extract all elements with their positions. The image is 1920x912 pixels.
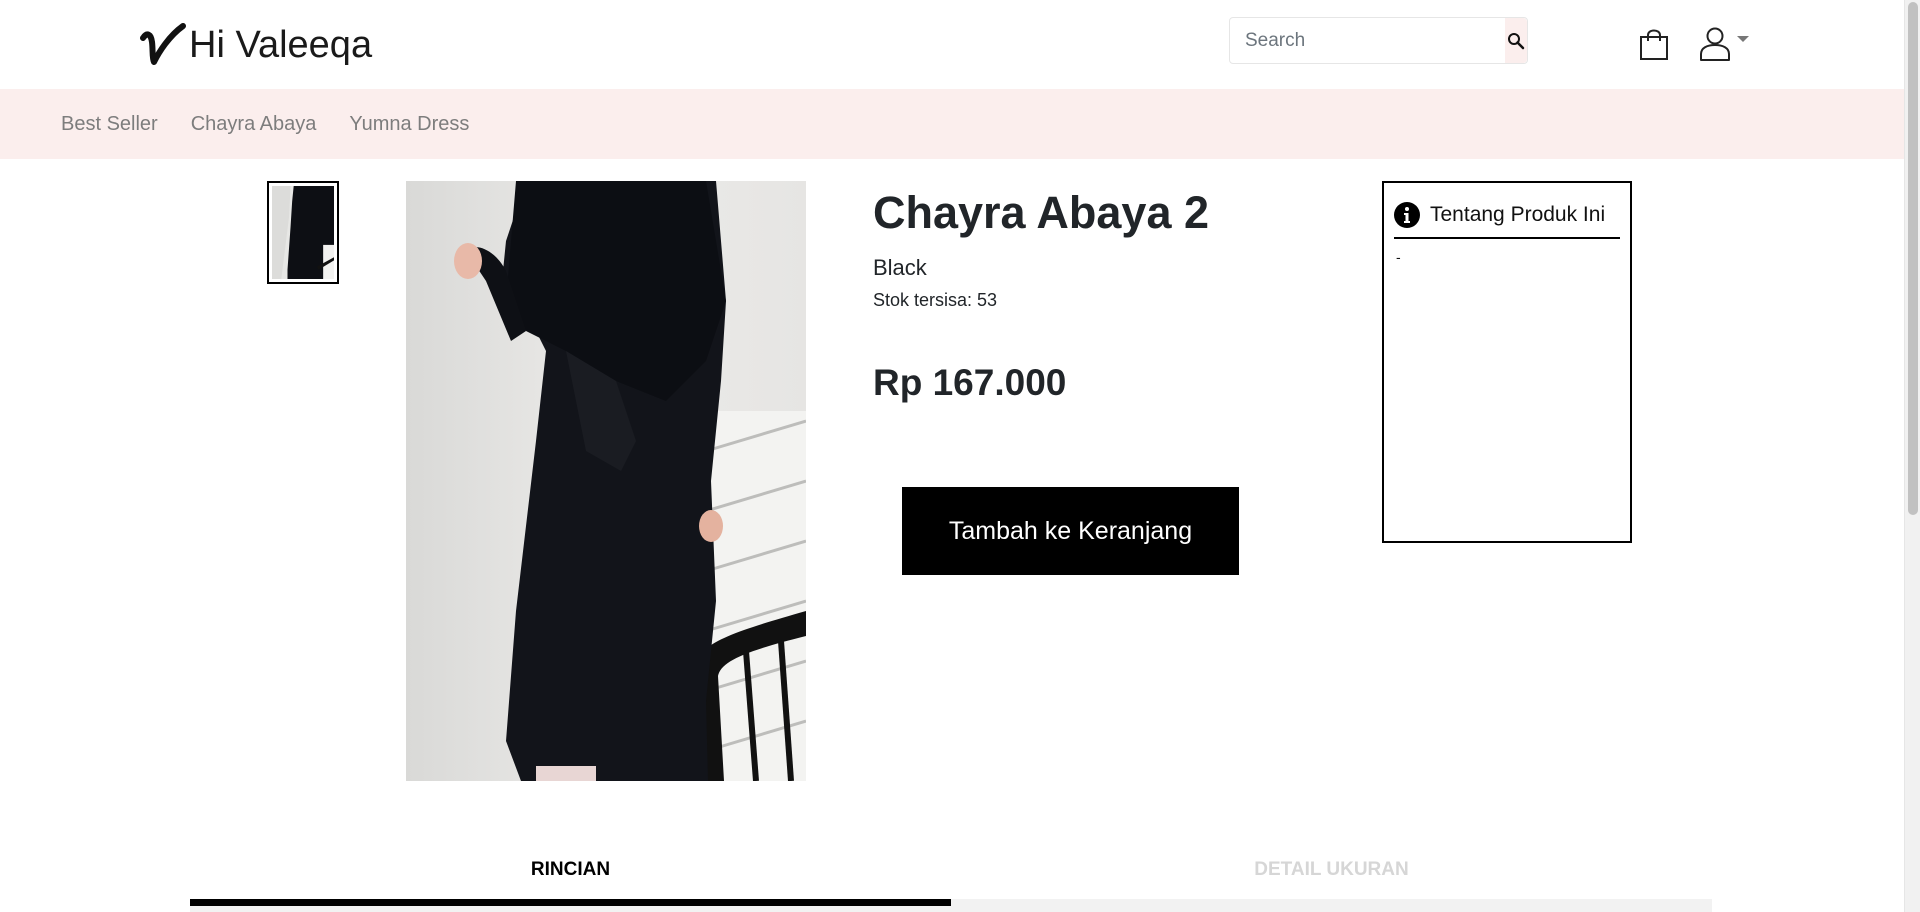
brand-logo[interactable]: Hi Valeeqa	[139, 22, 372, 68]
category-best-seller[interactable]: Best Seller	[61, 113, 158, 136]
add-to-cart-button[interactable]: Tambah ke Keranjang	[902, 487, 1239, 575]
product-tabs: RINCIAN DETAIL UKURAN	[190, 850, 1712, 912]
product-variant: Black	[873, 255, 927, 280]
product-title: Chayra Abaya 2	[873, 187, 1210, 238]
category-yumna-dress[interactable]: Yumna Dress	[349, 113, 469, 136]
thumbnail-image	[272, 186, 334, 279]
about-product-header: Tentang Produk Ini	[1394, 193, 1620, 239]
product-main-image	[406, 181, 806, 781]
about-product-body: -	[1396, 249, 1401, 265]
top-header: Hi Valeeqa	[0, 0, 1904, 89]
category-chayra-abaya[interactable]: Chayra Abaya	[191, 113, 317, 136]
tab-indicator-active	[190, 899, 951, 906]
search-box	[1229, 17, 1528, 64]
caret-down-icon[interactable]	[1737, 36, 1749, 42]
valeeqa-logo-icon	[140, 23, 186, 65]
product-price: Rp 167.000	[873, 362, 1067, 403]
category-nav: Best Seller Chayra Abaya Yumna Dress	[0, 89, 1904, 159]
info-icon	[1394, 202, 1420, 228]
user-icon[interactable]	[1698, 26, 1732, 62]
about-product-title: Tentang Produk Ini	[1430, 203, 1606, 226]
brand-name: Hi Valeeqa	[189, 24, 373, 66]
about-product-panel: Tentang Produk Ini -	[1382, 181, 1632, 543]
product-stock: Stok tersisa: 53	[873, 290, 998, 310]
search-button[interactable]	[1505, 18, 1527, 63]
page-scrollbar[interactable]	[1904, 0, 1920, 912]
search-icon	[1508, 32, 1525, 49]
scrollbar-thumb[interactable]	[1908, 2, 1918, 515]
product-thumbnail[interactable]	[267, 181, 339, 284]
shopping-bag-icon[interactable]	[1638, 27, 1670, 61]
search-input[interactable]	[1230, 18, 1505, 63]
